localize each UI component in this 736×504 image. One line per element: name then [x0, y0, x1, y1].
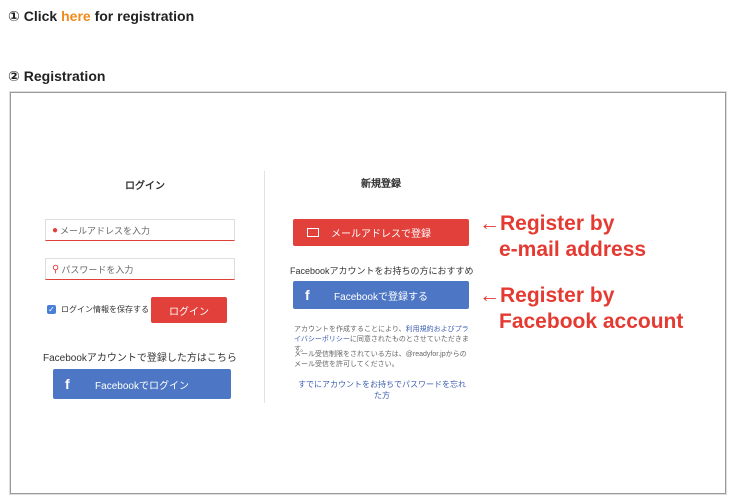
remember-checkbox[interactable]: ✓	[47, 305, 56, 314]
user-icon: ●	[52, 224, 59, 236]
facebook-login-label: Facebookでログイン	[95, 380, 189, 392]
facebook-annotation-line2: Facebook account	[499, 310, 684, 333]
email-register-label: メールアドレスで登録	[331, 229, 431, 240]
facebook-register-button[interactable]: f Facebookで登録する	[293, 281, 469, 309]
facebook-annotation: ←Register by Facebook account	[479, 283, 683, 335]
email-annotation-line2: e-mail address	[499, 238, 647, 261]
step2-heading: ② Registration	[8, 68, 106, 84]
facebook-annotation-line1: ←Register by	[479, 284, 615, 307]
email-field[interactable]: ● メールアドレスを入力	[45, 219, 235, 241]
facebook-login-button[interactable]: f Facebookでログイン	[53, 369, 231, 399]
terms-text-1: アカウントを作成することにより、	[294, 326, 406, 333]
password-field[interactable]: ⚲ パスワードを入力	[45, 258, 235, 280]
facebook-icon: f	[65, 376, 70, 392]
step1-suffix: for registration	[90, 8, 195, 24]
login-title: ログイン	[125, 181, 165, 192]
remember-label: ログイン情報を保存する	[61, 305, 149, 314]
forgot-password-link[interactable]: すでにアカウントをお持ちでパスワードを忘れた方	[294, 379, 470, 401]
email-register-button[interactable]: メールアドレスで登録	[293, 219, 469, 246]
facebook-register-label: Facebookで登録する	[334, 291, 428, 303]
mail-note: メール受信制限をされている方は、@readyfor.jpからのメール受信を許可し…	[294, 351, 467, 368]
email-placeholder: メールアドレスを入力	[60, 225, 151, 236]
facebook-icon: f	[305, 287, 310, 303]
registration-screenshot: ログイン ● メールアドレスを入力 ⚲ パスワードを入力 ✓ ログイン情報を保存…	[10, 92, 726, 494]
mail-icon	[307, 228, 319, 237]
panel-divider	[264, 171, 265, 403]
here-link[interactable]: here	[61, 8, 91, 24]
step1-heading: ① Click here for registration	[8, 8, 194, 25]
password-placeholder: パスワードを入力	[61, 264, 134, 275]
signup-title: 新規登録	[361, 179, 401, 190]
email-annotation: ←Register by e-mail address	[479, 211, 646, 263]
login-button[interactable]: ログイン	[151, 297, 227, 323]
facebook-login-note: Facebookアカウントで登録した方はこちら	[43, 353, 237, 364]
key-icon: ⚲	[52, 263, 60, 275]
email-annotation-line1: ←Register by	[479, 212, 615, 235]
facebook-recommend-text: Facebookアカウントをお持ちの方におすすめ	[290, 266, 474, 276]
step1-prefix: ① Click	[8, 8, 62, 24]
